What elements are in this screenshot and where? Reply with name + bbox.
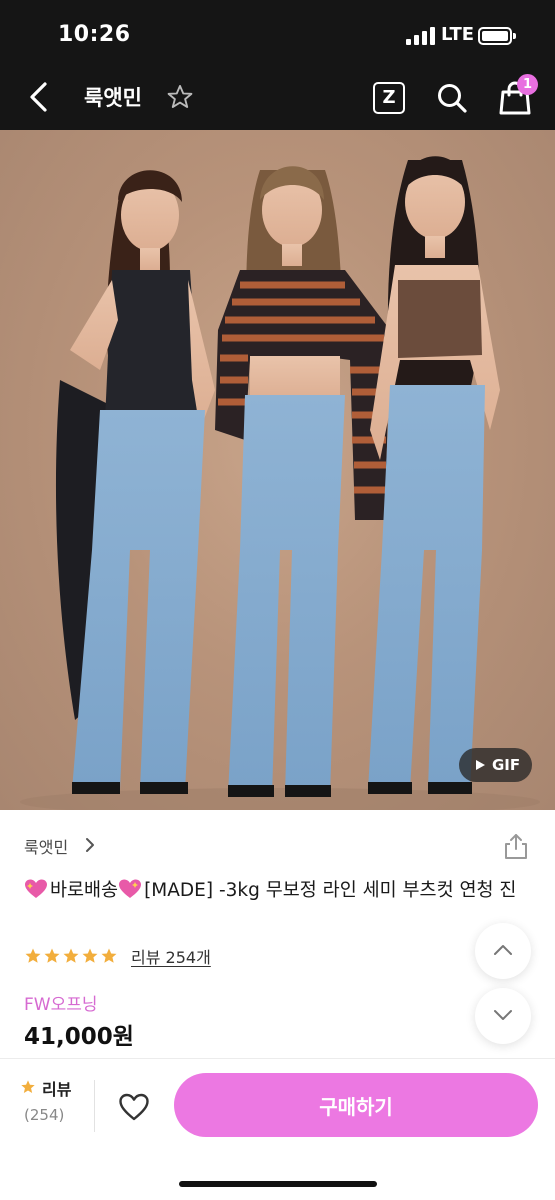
- star-outline-icon[interactable]: [166, 83, 194, 111]
- cart-count-badge: 1: [517, 74, 538, 95]
- chevron-down-icon: [494, 1010, 512, 1020]
- scroll-down-button[interactable]: [475, 988, 531, 1044]
- status-time: 10:26: [58, 22, 131, 47]
- product-image[interactable]: [0, 130, 555, 810]
- store-title[interactable]: 룩앳민: [84, 82, 142, 112]
- z-icon[interactable]: Z: [373, 82, 405, 114]
- share-icon[interactable]: [503, 832, 529, 860]
- star-filled-icon: [21, 1080, 35, 1093]
- battery-icon: [478, 27, 516, 45]
- status-bar: 10:26 LTE: [0, 0, 555, 62]
- title-main-text: [MADE] -3kg 무보정 라인 세미 부츠컷 연청 진: [144, 880, 517, 901]
- sparkling-heart-icon: [119, 879, 142, 898]
- review-count: (254): [24, 1106, 65, 1124]
- review-count-link[interactable]: 리뷰 254개: [131, 944, 211, 968]
- search-icon[interactable]: [436, 82, 468, 114]
- gif-label: GIF: [492, 756, 521, 774]
- buy-button[interactable]: 구매하기: [174, 1073, 538, 1137]
- star-filled-icon: [63, 948, 79, 963]
- title-shipping-text: 바로배송: [50, 880, 119, 901]
- home-indicator: [179, 1181, 377, 1187]
- play-icon: [476, 760, 485, 770]
- product-title: 바로배송 [MADE] -3kg 무보정 라인 세미 부츠컷 연청 진: [24, 876, 534, 906]
- heart-outline-icon[interactable]: [118, 1092, 150, 1122]
- scroll-up-button[interactable]: [475, 923, 531, 979]
- star-filled-icon: [101, 948, 117, 963]
- star-filled-icon: [44, 948, 60, 963]
- chevron-left-icon[interactable]: [24, 80, 54, 114]
- divider: [94, 1080, 95, 1132]
- brand-link[interactable]: 룩앳민: [24, 834, 68, 858]
- review-label: 리뷰: [42, 1080, 72, 1099]
- star-filled-icon: [25, 948, 41, 963]
- network-label: LTE: [441, 24, 475, 45]
- chevron-up-icon: [494, 945, 512, 955]
- price: 41,000원: [24, 1024, 134, 1050]
- star-filled-icon: [82, 948, 98, 963]
- promo-label: FW오프닝: [24, 995, 98, 1015]
- rating-stars: [24, 947, 119, 965]
- gif-play-badge[interactable]: GIF: [459, 748, 532, 782]
- product-photo-illustration: [20, 156, 540, 810]
- chevron-right-icon[interactable]: [84, 836, 96, 854]
- sparkling-heart-icon: [25, 879, 47, 898]
- app-header: 룩앳민 Z 1: [0, 62, 555, 130]
- signal-icon: [406, 27, 436, 45]
